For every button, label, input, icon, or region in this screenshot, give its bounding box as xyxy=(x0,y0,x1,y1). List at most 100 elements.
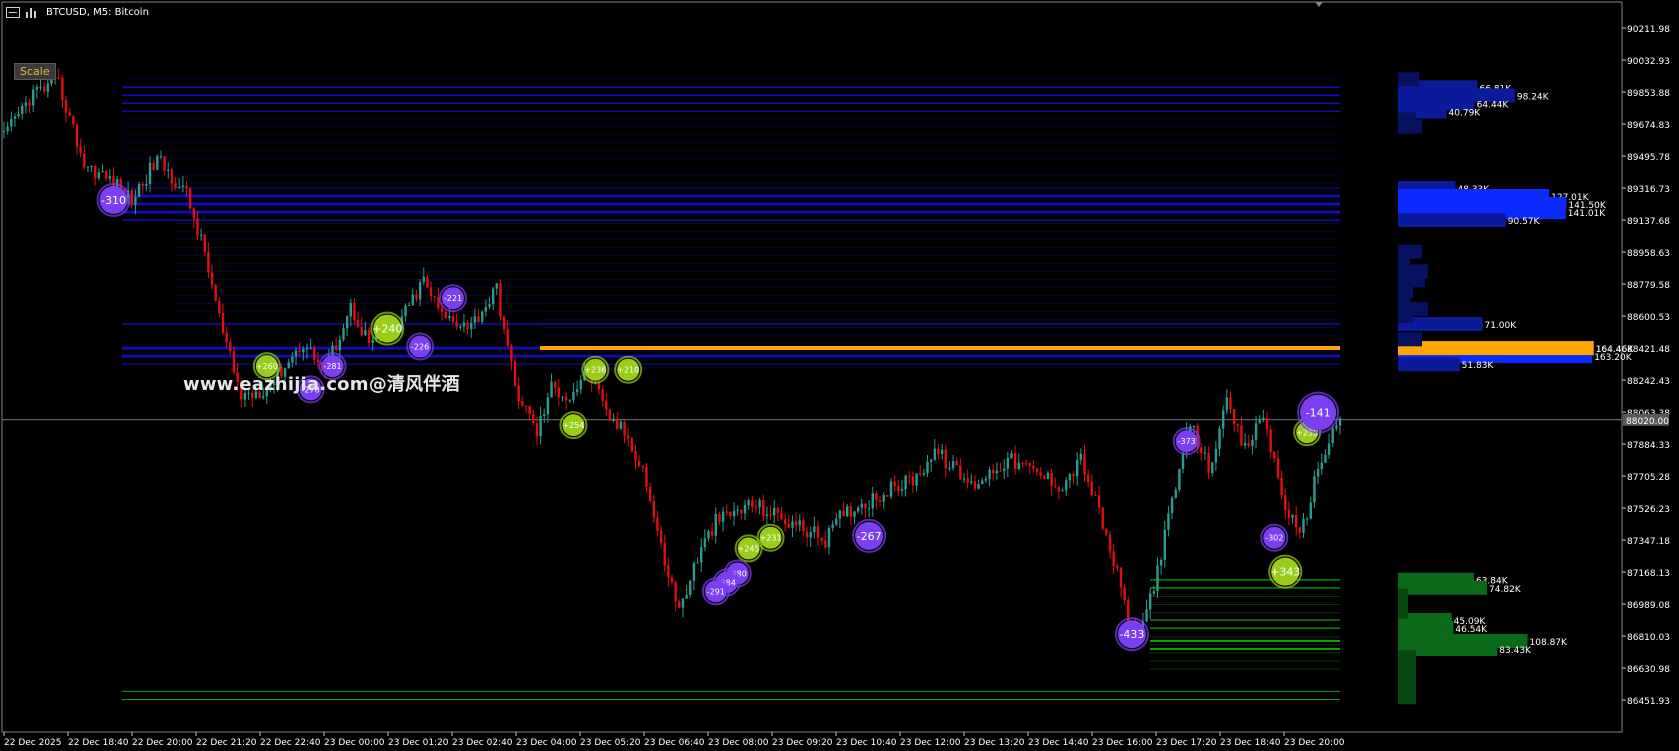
trade-bubble-label: -310 xyxy=(101,194,126,207)
candle-body xyxy=(1079,453,1083,460)
candle-body xyxy=(188,188,192,209)
candle-body xyxy=(904,475,907,490)
candle-body xyxy=(470,322,473,330)
candle-body xyxy=(313,347,316,360)
candle-body xyxy=(229,342,232,352)
x-tick-label: 22 Dec 22:40 xyxy=(260,738,321,748)
candle-body xyxy=(1083,453,1086,475)
candle-body xyxy=(718,514,721,522)
candle-body xyxy=(1072,474,1075,477)
candle-body xyxy=(634,451,637,462)
candle-body xyxy=(1338,418,1342,426)
candle-body xyxy=(1170,498,1174,514)
candle-body xyxy=(1302,518,1305,533)
scale-button[interactable]: Scale xyxy=(14,63,56,80)
candle-body xyxy=(1254,423,1258,440)
candle-body xyxy=(645,466,648,487)
candle-body xyxy=(1221,410,1225,429)
x-tick-label: 23 Dec 13:20 xyxy=(964,738,1025,748)
profile-label: 141.01K xyxy=(1568,209,1606,219)
candle-body xyxy=(1156,565,1159,592)
candle-body xyxy=(984,478,988,481)
candle-body xyxy=(732,510,736,517)
candle-body xyxy=(736,509,739,511)
candle-body xyxy=(805,531,809,538)
candle-body xyxy=(539,416,542,437)
profile-label: 98.24K xyxy=(1517,92,1550,102)
trade-bubble-label: -433 xyxy=(1119,628,1144,641)
candle-body xyxy=(207,251,210,273)
candle-body xyxy=(21,105,24,115)
candle-body xyxy=(1108,534,1112,552)
profile-bar xyxy=(1398,213,1506,228)
candle-body xyxy=(528,405,531,415)
candle-body xyxy=(860,503,864,508)
candle-body xyxy=(1327,443,1331,455)
candle-body xyxy=(159,156,163,158)
candle-body xyxy=(1229,397,1232,410)
candle-body xyxy=(922,473,926,475)
candle-body xyxy=(1294,515,1298,528)
candle-body xyxy=(1145,609,1148,622)
candle-body xyxy=(692,563,696,581)
candle-body xyxy=(1090,481,1093,495)
x-tick-label: 23 Dec 00:00 xyxy=(324,738,385,748)
candle-body xyxy=(1284,495,1287,511)
candle-body xyxy=(499,283,502,317)
candle-body xyxy=(1324,454,1327,463)
y-tick-label: 86451.93 xyxy=(1627,697,1670,707)
candle-body xyxy=(937,448,940,454)
candle-body xyxy=(616,418,619,429)
candle-body xyxy=(1028,463,1031,466)
candle-body xyxy=(667,565,670,578)
candle-body xyxy=(773,507,776,516)
y-tick-label: 89316.73 xyxy=(1627,185,1670,195)
candle-body xyxy=(1061,490,1064,492)
candle-body xyxy=(473,316,477,323)
candle-body xyxy=(367,330,371,344)
candle-body xyxy=(535,423,539,437)
candle-body xyxy=(929,459,933,462)
x-tick-label: 22 Dec 20:00 xyxy=(132,738,193,748)
candle-body xyxy=(1097,495,1101,508)
x-tick-label: 23 Dec 10:40 xyxy=(836,738,897,748)
profile-label: 40.79K xyxy=(1449,108,1482,118)
candle-body xyxy=(1174,489,1177,499)
window-menu-icon[interactable] xyxy=(6,6,20,18)
candle-body xyxy=(210,272,214,286)
candle-body xyxy=(867,508,871,510)
candle-body xyxy=(729,512,732,517)
profile-bar-dim xyxy=(1398,332,1422,347)
profile-label: 74.82K xyxy=(1489,585,1522,595)
candle-body xyxy=(1152,591,1156,594)
candle-body xyxy=(42,86,46,92)
candle-body xyxy=(167,169,170,171)
candle-body xyxy=(199,234,203,236)
candle-body xyxy=(141,183,144,186)
candle-body xyxy=(1116,565,1119,568)
candle-body xyxy=(714,514,718,536)
candle-body xyxy=(626,435,630,439)
candle-body xyxy=(568,399,571,401)
candle-body xyxy=(689,580,692,595)
candle-body xyxy=(451,316,455,322)
candle-body xyxy=(1211,462,1214,474)
y-tick-label: 86810.03 xyxy=(1627,633,1670,643)
candle-body xyxy=(1320,462,1323,470)
candle-body xyxy=(502,316,506,330)
candle-body xyxy=(316,359,320,363)
candle-body xyxy=(510,345,513,362)
candle-body xyxy=(765,514,769,516)
candle-body xyxy=(926,461,929,474)
candle-body xyxy=(1105,528,1108,535)
candle-body xyxy=(641,466,644,468)
candle-body xyxy=(32,89,35,106)
candle-body xyxy=(561,396,564,398)
candle-body xyxy=(605,400,608,410)
candle-body xyxy=(882,494,885,502)
trade-bubble-label: -373 xyxy=(1178,437,1196,446)
chart-type-icon[interactable] xyxy=(26,7,40,18)
candle-body xyxy=(39,86,42,88)
candle-body xyxy=(1181,452,1185,469)
profile-label: 64.44K xyxy=(1477,100,1510,110)
